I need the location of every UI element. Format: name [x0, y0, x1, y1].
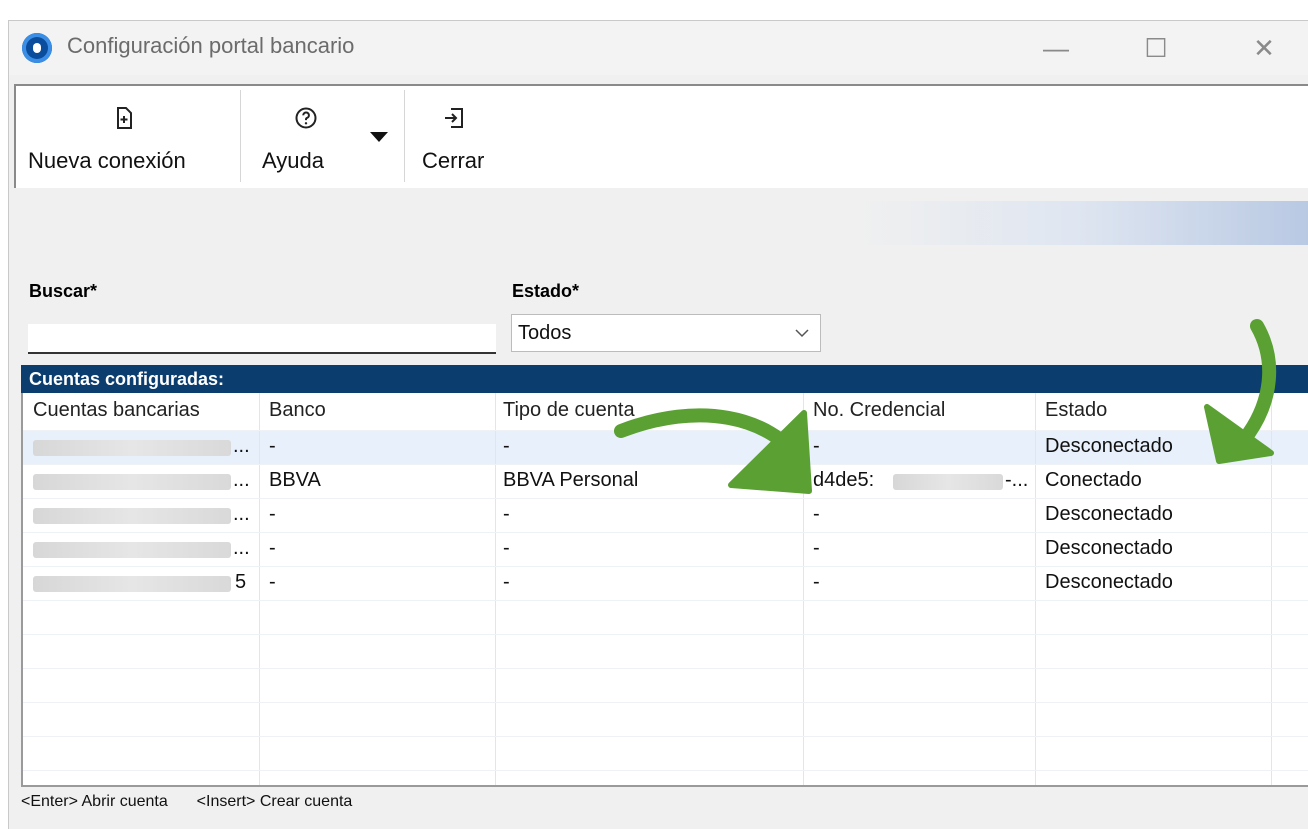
row-divider — [23, 668, 1308, 669]
cell-credential: - — [813, 435, 820, 457]
header-gradient-band — [9, 201, 1308, 245]
column-header-account-type[interactable]: Tipo de cuenta — [503, 399, 635, 422]
cell-bank: BBVA — [269, 469, 321, 491]
search-label: Buscar* — [29, 281, 98, 301]
maximize-button[interactable]: ☐ — [1133, 29, 1179, 67]
cell-credential: - — [813, 537, 820, 559]
cell-state: Desconectado — [1045, 503, 1173, 525]
redacted-account-number — [33, 576, 231, 592]
close-button[interactable]: Cerrar — [410, 94, 500, 182]
status-bar: <Enter> Abrir cuenta <Insert> Crear cuen… — [21, 793, 352, 811]
cell-account-suffix: ... — [233, 435, 250, 457]
status-hint-create-account: <Insert> Crear cuenta — [196, 793, 353, 810]
row-divider — [23, 532, 1308, 533]
redacted-account-number — [33, 440, 231, 456]
search-input[interactable] — [28, 324, 496, 354]
cell-bank: - — [269, 537, 276, 559]
row-divider — [23, 634, 1308, 635]
cell-bank: - — [269, 435, 276, 457]
row-divider — [23, 702, 1308, 703]
cell-account-type: - — [503, 435, 510, 457]
toolbar-separator — [404, 90, 405, 182]
toolbar-separator — [240, 90, 241, 182]
redacted-account-number — [33, 474, 231, 490]
status-hint-open-account: <Enter> Abrir cuenta — [21, 793, 168, 810]
cell-account-suffix: 5 — [235, 571, 247, 593]
state-select-value: Todos — [518, 322, 572, 344]
column-header-accounts[interactable]: Cuentas bancarias — [33, 399, 200, 422]
chevron-down-icon — [795, 329, 809, 338]
row-divider — [23, 430, 1308, 431]
close-window-button[interactable]: ✕ — [1241, 29, 1287, 67]
new-connection-label: Nueva conexión — [28, 148, 186, 173]
cell-bank: - — [269, 571, 276, 593]
row-divider — [23, 770, 1308, 771]
cell-bank: - — [269, 503, 276, 525]
column-divider — [1271, 393, 1272, 785]
column-divider — [803, 393, 804, 785]
help-button[interactable]: Ayuda — [250, 94, 396, 182]
row-divider — [23, 600, 1308, 601]
row-divider — [23, 736, 1308, 737]
cell-account-type: - — [503, 537, 510, 559]
column-divider — [495, 393, 496, 785]
exit-icon — [445, 108, 463, 128]
cell-state: Desconectado — [1045, 435, 1173, 457]
new-connection-button[interactable]: Nueva conexión — [22, 94, 230, 182]
redacted-account-number — [33, 542, 231, 558]
column-header-bank[interactable]: Banco — [269, 399, 326, 422]
column-header-credential[interactable]: No. Credencial — [813, 399, 945, 422]
app-icon — [22, 33, 52, 63]
row-divider — [23, 498, 1308, 499]
cell-credential-suffix: -... — [1005, 469, 1029, 491]
column-header-state[interactable]: Estado — [1045, 399, 1107, 422]
cell-credential: - — [813, 503, 820, 525]
cell-state: Conectado — [1045, 469, 1142, 491]
cell-account-type: - — [503, 571, 510, 593]
title-bar: Configuración portal bancario — ☐ ✕ — [9, 21, 1308, 75]
cell-account-suffix: ... — [233, 537, 250, 559]
column-divider — [259, 393, 260, 785]
cell-credential: - — [813, 571, 820, 593]
app-window: Configuración portal bancario — ☐ ✕ Nuev… — [8, 20, 1308, 829]
close-label: Cerrar — [422, 148, 485, 173]
state-select[interactable]: Todos — [511, 314, 821, 352]
cell-account-type: - — [503, 503, 510, 525]
help-label: Ayuda — [262, 148, 324, 173]
row-divider — [23, 464, 1308, 465]
question-circle-icon — [295, 107, 317, 129]
section-header: Cuentas configuradas: — [21, 365, 1308, 393]
column-divider — [1035, 393, 1036, 785]
cell-state: Desconectado — [1045, 537, 1173, 559]
cell-credential: d4de5: — [813, 469, 875, 491]
state-label: Estado* — [512, 281, 580, 301]
row-divider — [23, 566, 1308, 567]
toolbar: Nueva conexión Ayuda Cerrar — [14, 84, 1308, 188]
redacted-credential — [893, 474, 1003, 490]
accounts-table: Cuentas bancarias Banco Tipo de cuenta N… — [21, 393, 1308, 787]
cell-state: Desconectado — [1045, 571, 1173, 593]
minimize-button[interactable]: — — [1033, 29, 1079, 67]
cell-account-suffix: ... — [233, 469, 250, 491]
file-plus-icon — [117, 107, 132, 129]
window-title: Configuración portal bancario — [67, 33, 355, 58]
cell-account-suffix: ... — [233, 503, 250, 525]
redacted-account-number — [33, 508, 231, 524]
cell-account-type: BBVA Personal — [503, 469, 639, 491]
caret-down-icon[interactable] — [370, 132, 388, 142]
